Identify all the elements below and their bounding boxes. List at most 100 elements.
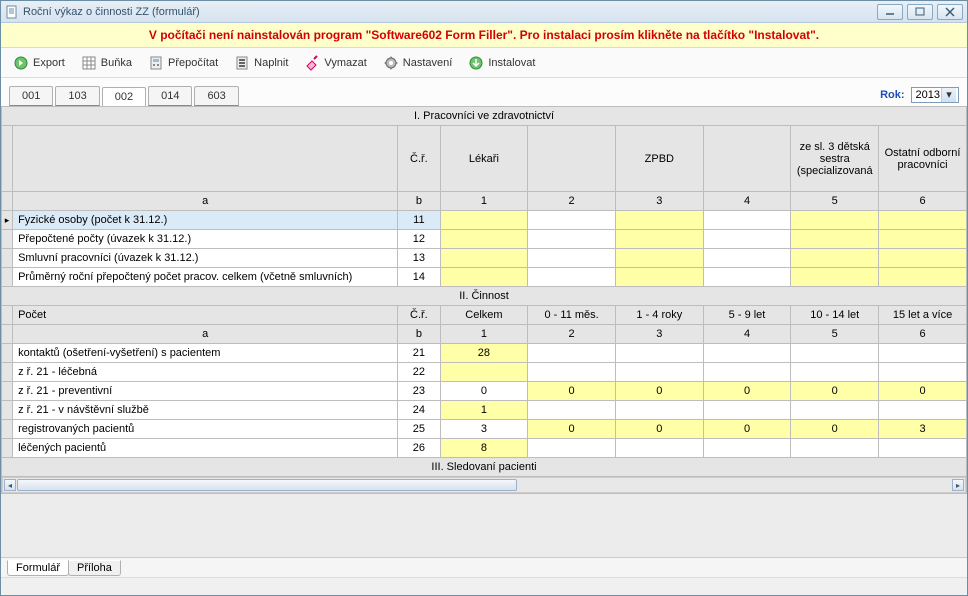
export-label: Export (33, 57, 65, 69)
cell[interactable] (703, 230, 791, 249)
cell[interactable] (528, 439, 616, 458)
cell[interactable]: 8 (440, 439, 528, 458)
cell[interactable]: 0 (615, 420, 703, 439)
cell[interactable] (879, 249, 967, 268)
row-indicator (2, 439, 13, 458)
cell[interactable] (879, 344, 967, 363)
cell[interactable]: 0 (791, 382, 879, 401)
cell[interactable] (879, 268, 967, 287)
maximize-button[interactable] (907, 4, 933, 20)
cell[interactable] (615, 230, 703, 249)
cell[interactable] (615, 401, 703, 420)
cell[interactable] (791, 363, 879, 382)
cell[interactable]: 0 (528, 382, 616, 401)
cell[interactable]: 0 (879, 382, 967, 401)
minimize-button[interactable] (877, 4, 903, 20)
cell[interactable] (615, 363, 703, 382)
tab-formular[interactable]: Formulář (7, 560, 69, 576)
cell[interactable] (528, 230, 616, 249)
tab-001[interactable]: 001 (9, 86, 53, 106)
cell[interactable] (791, 344, 879, 363)
vymazat-button[interactable]: Vymazat (304, 55, 366, 71)
row-label: Přepočtené počty (úvazek k 31.12.) (13, 230, 398, 249)
cell[interactable]: 0 (615, 382, 703, 401)
scroll-right-icon[interactable]: ▸ (952, 479, 964, 491)
cell[interactable] (440, 230, 528, 249)
instalovat-button[interactable]: Instalovat (468, 55, 535, 71)
cell[interactable] (440, 211, 528, 230)
cell[interactable] (528, 401, 616, 420)
cell[interactable] (879, 439, 967, 458)
close-button[interactable] (937, 4, 963, 20)
cell[interactable]: 0 (440, 382, 528, 401)
year-select[interactable]: 2013 (911, 87, 959, 103)
nastaveni-button[interactable]: Nastavení (383, 55, 453, 71)
cell[interactable] (791, 249, 879, 268)
bunka-button[interactable]: Buňka (81, 55, 132, 71)
cell[interactable] (879, 363, 967, 382)
window-title: Roční výkaz o činnosti ZZ (formulář) (23, 6, 877, 18)
cell[interactable] (440, 249, 528, 268)
cell[interactable] (791, 230, 879, 249)
cell[interactable] (528, 211, 616, 230)
cell[interactable] (615, 268, 703, 287)
cell[interactable] (703, 401, 791, 420)
cell[interactable] (615, 211, 703, 230)
tab-002[interactable]: 002 (102, 87, 146, 107)
data-grid[interactable]: I. Pracovníci ve zdravotnictvíČ.ř.Lékaři… (1, 106, 967, 494)
cell[interactable] (703, 344, 791, 363)
cell[interactable] (615, 249, 703, 268)
row-indicator (2, 363, 13, 382)
scroll-thumb[interactable] (17, 479, 517, 491)
cell[interactable]: 0 (703, 382, 791, 401)
grid-hscroll[interactable]: ◂▸ (2, 477, 967, 494)
cell[interactable] (528, 344, 616, 363)
sub-c4: 4 (703, 192, 791, 211)
cell[interactable] (791, 211, 879, 230)
cell[interactable]: 3 (440, 420, 528, 439)
bottom-tabs: Formulář Příloha (1, 557, 967, 577)
outer-scrollbar[interactable] (1, 577, 967, 595)
tab-014[interactable]: 014 (148, 86, 192, 106)
window-buttons (877, 4, 963, 20)
cell[interactable]: 3 (879, 420, 967, 439)
cell[interactable] (528, 363, 616, 382)
nastaveni-label: Nastavení (403, 57, 453, 69)
horizontal-scrollbar[interactable]: ◂▸ (2, 477, 966, 493)
cell[interactable] (528, 268, 616, 287)
cell[interactable]: 1 (440, 401, 528, 420)
cell[interactable] (703, 439, 791, 458)
tab-103[interactable]: 103 (55, 86, 99, 106)
cell[interactable] (703, 268, 791, 287)
cell[interactable] (791, 268, 879, 287)
cell[interactable] (615, 439, 703, 458)
cell[interactable]: 0 (528, 420, 616, 439)
sub2-c3: 3 (615, 325, 703, 344)
row-indicator (2, 401, 13, 420)
cell[interactable] (791, 401, 879, 420)
row-label: léčených pacientů (13, 439, 398, 458)
cell[interactable] (615, 344, 703, 363)
cell[interactable] (879, 211, 967, 230)
cell[interactable] (879, 230, 967, 249)
cell[interactable] (703, 249, 791, 268)
tab-priloha[interactable]: Příloha (68, 560, 121, 576)
col-c4-header (703, 126, 791, 192)
cell[interactable] (528, 249, 616, 268)
export-button[interactable]: Export (13, 55, 65, 71)
col-c2-header (528, 126, 616, 192)
cell[interactable] (703, 363, 791, 382)
cell[interactable] (440, 363, 528, 382)
scroll-left-icon[interactable]: ◂ (4, 479, 16, 491)
cell[interactable] (791, 439, 879, 458)
tab-603[interactable]: 603 (194, 86, 238, 106)
cell[interactable] (703, 211, 791, 230)
prepocitat-button[interactable]: Přepočítat (148, 55, 218, 71)
cell[interactable] (440, 268, 528, 287)
cell[interactable] (879, 401, 967, 420)
cell[interactable]: 28 (440, 344, 528, 363)
sub-c2: 2 (528, 192, 616, 211)
cell[interactable]: 0 (791, 420, 879, 439)
cell[interactable]: 0 (703, 420, 791, 439)
naplnit-button[interactable]: Naplnit (234, 55, 288, 71)
